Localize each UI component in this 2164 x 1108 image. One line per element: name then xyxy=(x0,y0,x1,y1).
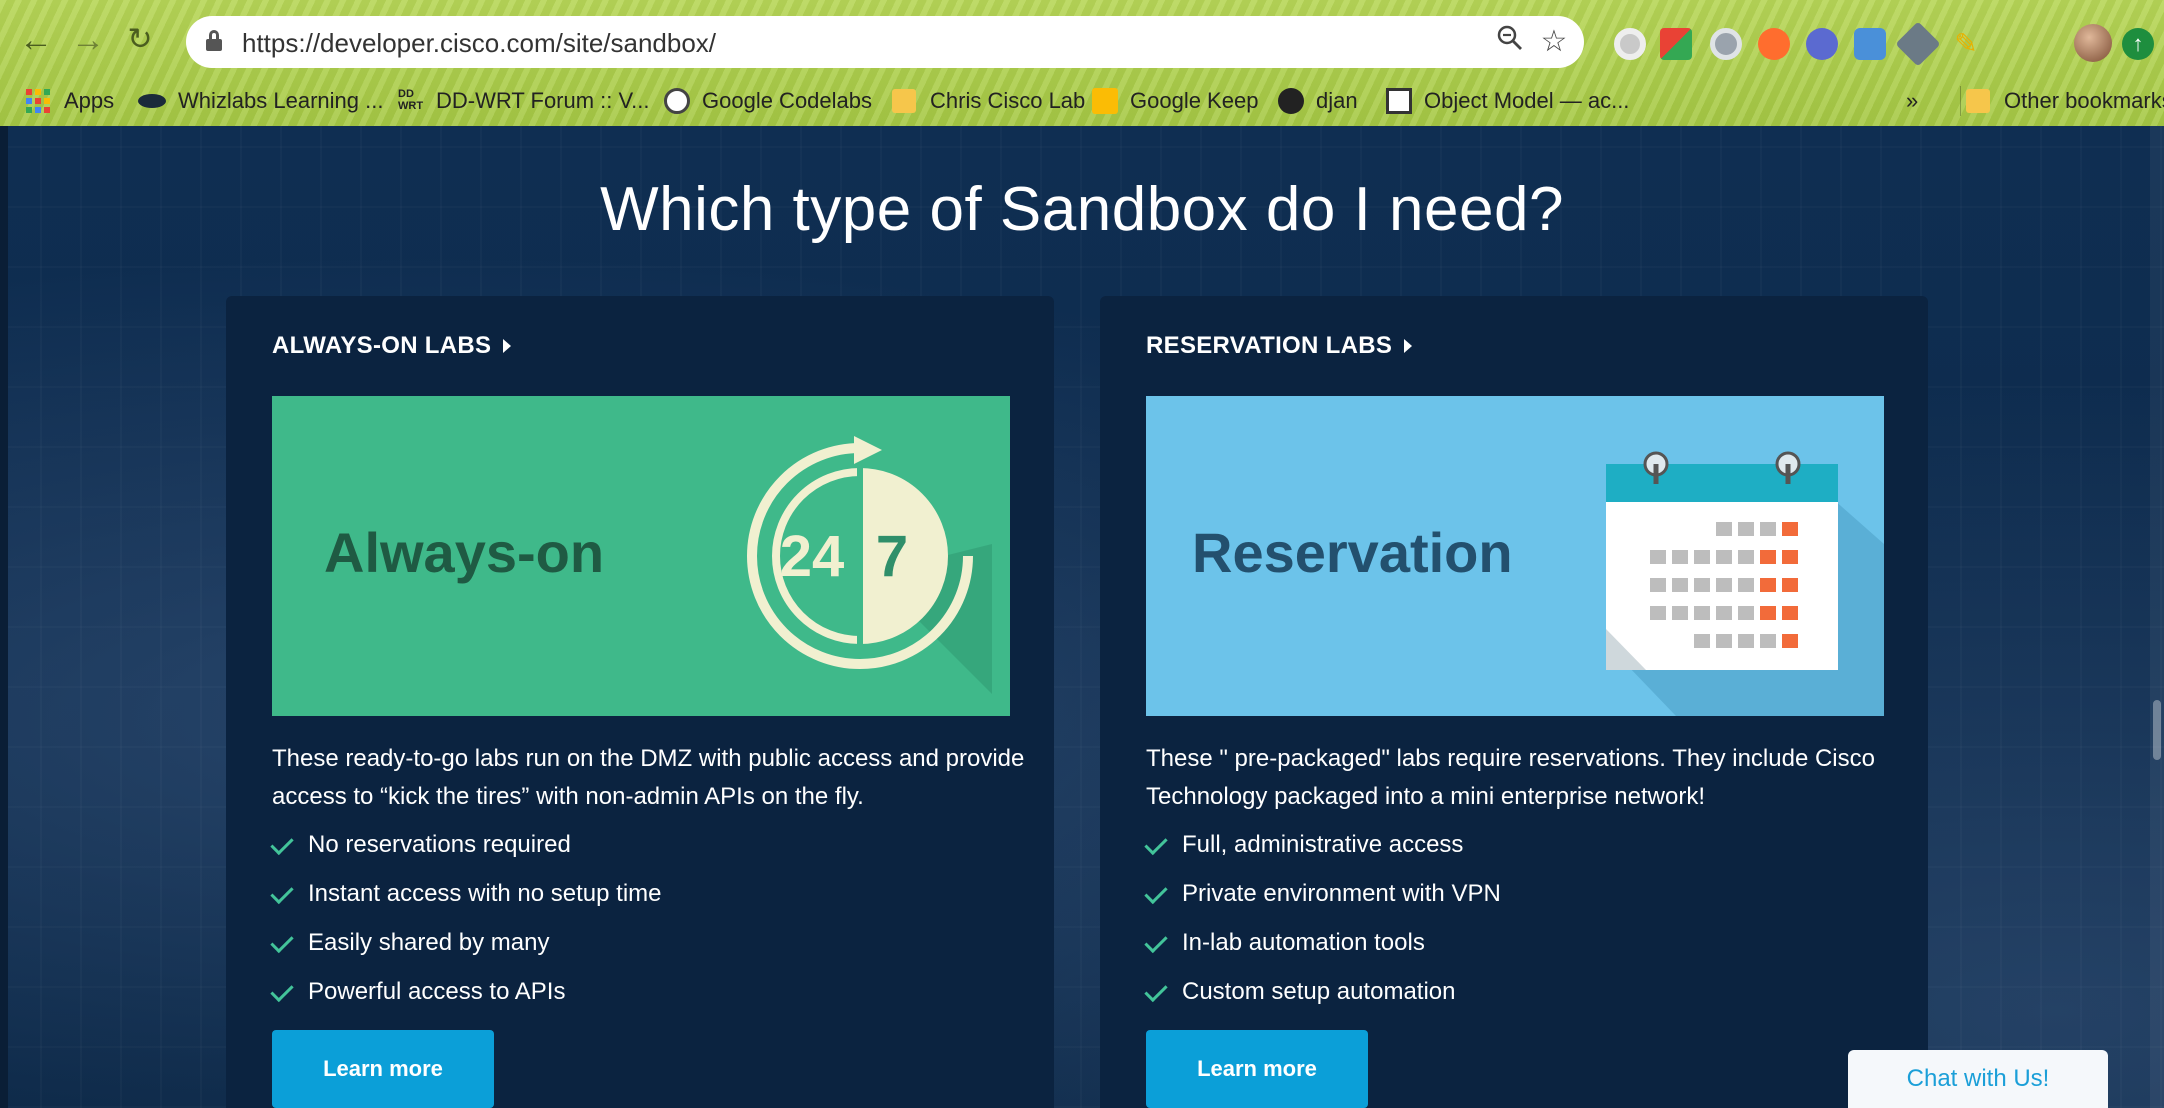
folder-icon xyxy=(892,89,916,113)
address-bar[interactable]: https://developer.cisco.com/site/sandbox… xyxy=(186,16,1584,68)
feature-item: Private environment with VPN xyxy=(1146,869,1501,918)
caret-right-icon xyxy=(1404,339,1413,353)
always-on-card: ALWAYS-ON LABS Always-on 24 7 These read… xyxy=(226,296,1054,1108)
bookmark-djan[interactable]: djan xyxy=(1278,84,1358,118)
python-icon xyxy=(1278,88,1304,114)
reservation-banner-text: Reservation xyxy=(1192,521,1513,584)
bookmark-google-keep[interactable]: Google Keep xyxy=(1092,84,1258,118)
extension-red-icon[interactable] xyxy=(1660,28,1692,60)
reservation-description: These " pre-packaged" labs require reser… xyxy=(1146,745,1875,810)
document-icon xyxy=(1386,88,1412,114)
forward-arrow-icon[interactable]: → xyxy=(66,18,110,62)
reservation-banner: Reservation xyxy=(1146,396,1884,716)
always-on-features: No reservations required Instant access … xyxy=(272,820,662,1016)
always-on-labs-link[interactable]: ALWAYS-ON LABS xyxy=(272,332,512,360)
always-on-learn-more-button[interactable]: Learn more xyxy=(272,1030,494,1108)
reservation-card: RESERVATION LABS Reservation These " pre… xyxy=(1100,296,1928,1108)
bookmark-star-icon[interactable]: ☆ xyxy=(1536,24,1572,60)
extension-ws-icon[interactable] xyxy=(1806,28,1838,60)
badge-24-text: 24 xyxy=(780,524,845,589)
bookmark-ddwrt[interactable]: DD WRT DD-WRT Forum :: V... xyxy=(398,84,650,118)
extension-camera-icon[interactable] xyxy=(1710,28,1742,60)
ddwrt-icon: DD WRT xyxy=(398,88,424,112)
checkmark-icon xyxy=(272,935,298,951)
keep-icon xyxy=(1092,88,1118,114)
extension-walkme-icon[interactable] xyxy=(1854,28,1886,60)
page-scrollbar[interactable] xyxy=(2150,126,2164,1108)
whizlabs-icon xyxy=(138,94,166,108)
reservation-labs-link[interactable]: RESERVATION LABS xyxy=(1146,332,1413,360)
bookmarks-overflow-button[interactable]: » xyxy=(1906,84,1918,118)
extension-diamond-icon[interactable] xyxy=(1895,21,1941,67)
codelabs-icon xyxy=(664,88,690,114)
always-on-banner-text: Always-on xyxy=(324,521,605,584)
bookmark-whizlabs[interactable]: Whizlabs Learning ... xyxy=(138,84,383,118)
bookmark-other-bookmarks[interactable]: Other bookmarks xyxy=(1966,84,2164,118)
page-heading: Which type of Sandbox do I need? xyxy=(600,175,1564,244)
feature-item: No reservations required xyxy=(272,820,662,869)
checkmark-icon xyxy=(272,984,298,1000)
profile-avatar[interactable] xyxy=(2074,24,2112,62)
checkmark-icon xyxy=(272,886,298,902)
calendar-icon xyxy=(1606,451,1884,716)
lock-icon[interactable] xyxy=(206,30,222,52)
caret-right-icon xyxy=(503,339,512,353)
badge-7-text: 7 xyxy=(876,524,908,589)
extension-pin-icon[interactable]: ✎ xyxy=(1950,28,1982,60)
reservation-learn-more-button[interactable]: Learn more xyxy=(1146,1030,1368,1108)
checkmark-icon xyxy=(1146,935,1172,951)
checkmark-icon xyxy=(1146,886,1172,902)
url-text[interactable]: https://developer.cisco.com/site/sandbox… xyxy=(242,28,716,59)
checkmark-icon xyxy=(1146,984,1172,1000)
bookmarks-divider xyxy=(1960,86,1961,116)
browser-chrome: ← → ↻ https://developer.cisco.com/site/s… xyxy=(0,0,2164,126)
always-on-description: These ready-to-go labs run on the DMZ wi… xyxy=(272,745,1025,810)
reload-icon[interactable]: ↻ xyxy=(118,18,162,62)
apps-grid-icon xyxy=(26,89,50,113)
feature-item: Easily shared by many xyxy=(272,918,662,967)
feature-item: Powerful access to APIs xyxy=(272,967,662,1016)
clock-24-7-icon: 24 7 xyxy=(747,436,992,694)
back-arrow-icon[interactable]: ← xyxy=(14,18,58,62)
bookmark-chris-cisco-lab[interactable]: Chris Cisco Lab xyxy=(892,84,1085,118)
feature-item: Full, administrative access xyxy=(1146,820,1501,869)
folder-icon xyxy=(1966,89,1990,113)
extension-lifebuoy-icon[interactable] xyxy=(1758,28,1790,60)
bookmark-apps[interactable]: Apps xyxy=(26,84,114,118)
checkmark-icon xyxy=(1146,837,1172,853)
feature-item: Custom setup automation xyxy=(1146,967,1501,1016)
bookmark-google-codelabs[interactable]: Google Codelabs xyxy=(664,84,872,118)
update-icon[interactable]: ↑ xyxy=(2122,28,2154,60)
page-content: Which type of Sandbox do I need? ALWAYS-… xyxy=(0,126,2164,1108)
bookmarks-bar: Apps Whizlabs Learning ... DD WRT DD-WRT … xyxy=(0,76,2164,126)
zoom-icon[interactable] xyxy=(1492,24,1528,60)
scrollbar-thumb[interactable] xyxy=(2153,700,2161,760)
reservation-features: Full, administrative access Private envi… xyxy=(1146,820,1501,1016)
always-on-banner: Always-on 24 7 xyxy=(272,396,1010,716)
extension-circle-icon[interactable] xyxy=(1614,28,1646,60)
navigation-bar: ← → ↻ https://developer.cisco.com/site/s… xyxy=(0,8,2164,76)
bookmark-object-model[interactable]: Object Model — ac... xyxy=(1386,84,1629,118)
feature-item: Instant access with no setup time xyxy=(272,869,662,918)
page-edge xyxy=(0,126,8,1108)
feature-item: In-lab automation tools xyxy=(1146,918,1501,967)
chat-with-us-button[interactable]: Chat with Us! xyxy=(1848,1050,2108,1108)
checkmark-icon xyxy=(272,837,298,853)
